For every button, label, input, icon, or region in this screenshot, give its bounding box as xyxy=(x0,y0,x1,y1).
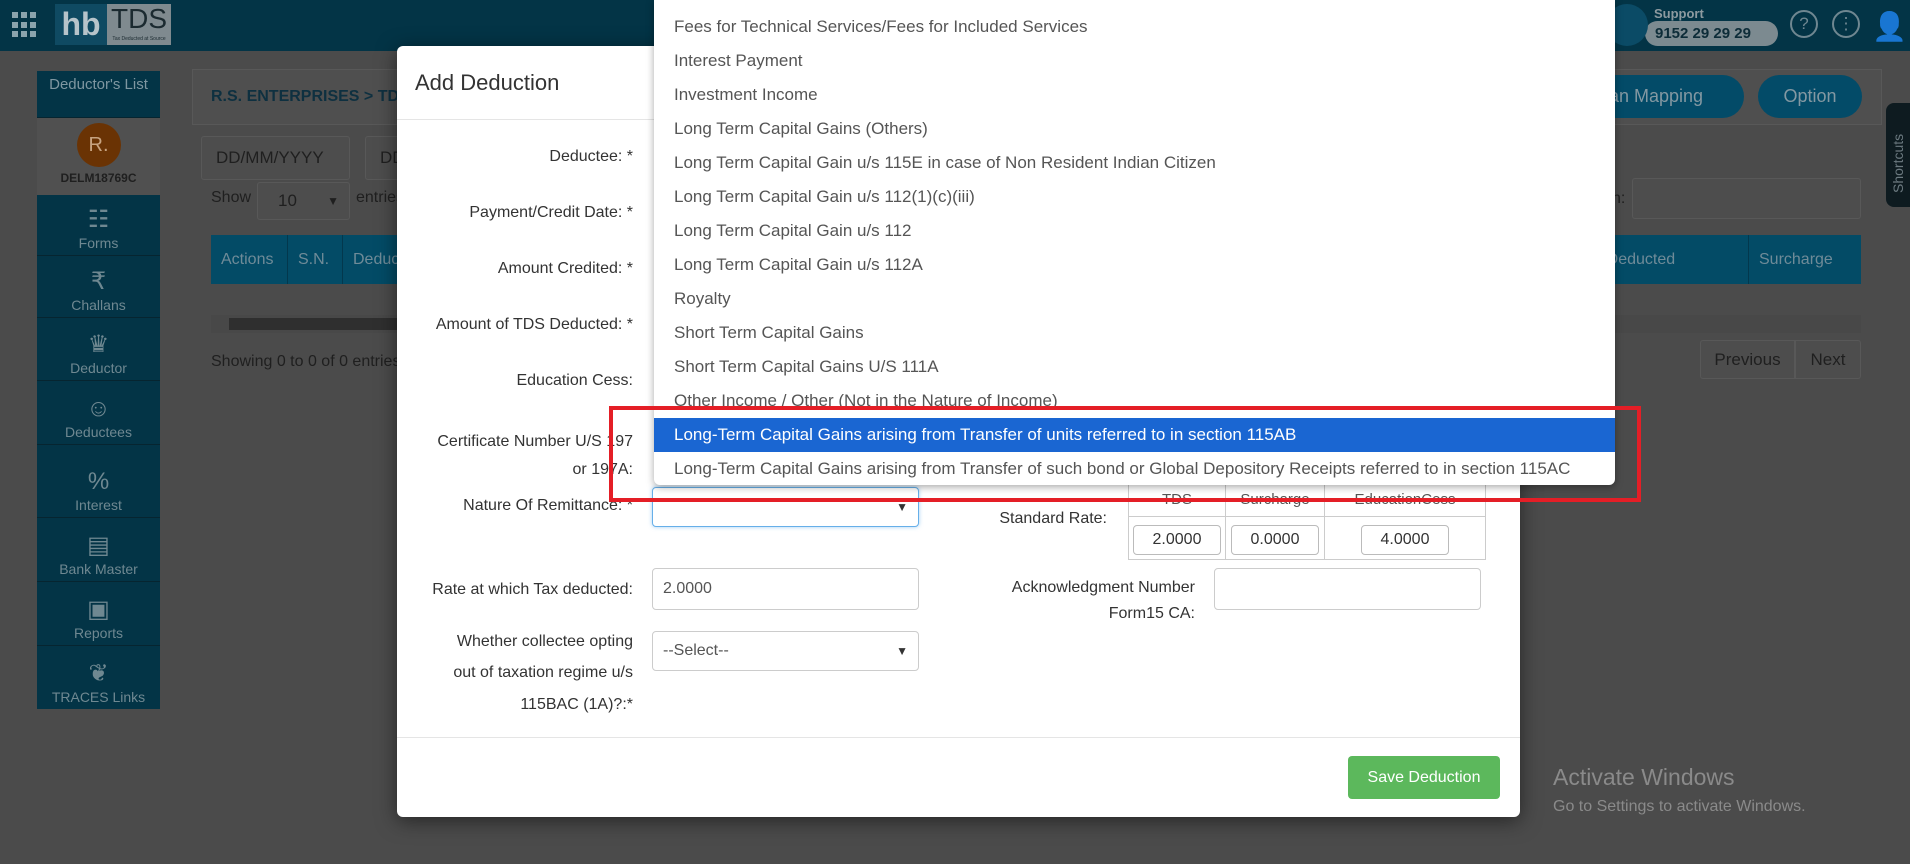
challan-icon: ₹ xyxy=(90,268,107,295)
activate-windows-subtitle: Go to Settings to activate Windows. xyxy=(1553,798,1806,815)
highlight-annotation xyxy=(609,406,1641,502)
date-from-input[interactable]: DD/MM/YYYY xyxy=(201,136,350,180)
column-sn[interactable]: S.N. xyxy=(288,235,343,284)
surcharge-rate: 0.0000 xyxy=(1231,525,1319,555)
sidebar-item-traces-links[interactable]: ❦ TRACES Links xyxy=(37,646,160,709)
sidebar: Deductor's List R. DELM18769C ☷ Forms ₹ Ch… xyxy=(37,71,160,709)
activate-windows-title: Activate Windows xyxy=(1553,764,1735,790)
sidebar-item-forms[interactable]: ☷ Forms xyxy=(37,195,160,256)
deductor-avatar[interactable]: R. DELM18769C xyxy=(37,118,160,195)
deductor-code: DELM18769C xyxy=(60,171,137,185)
amount-credited-label: Amount Credited: * xyxy=(497,260,633,277)
person-icon: ☺ xyxy=(86,395,111,422)
payment-date-label: Payment/Credit Date: * xyxy=(469,204,633,221)
previous-button[interactable]: Previous xyxy=(1700,340,1795,379)
sidebar-item-interest[interactable]: % Interest xyxy=(37,445,160,518)
next-button[interactable]: Next xyxy=(1795,340,1861,379)
acknowledgment-number-input[interactable] xyxy=(1214,568,1481,610)
breadcrumb: R.S. ENTERPRISES > TDS xyxy=(211,88,410,105)
help-icon[interactable]: ? xyxy=(1790,10,1818,38)
dropdown-option[interactable]: Royalty xyxy=(654,282,1615,316)
certificate-label-line1: Certificate Number U/S 197 xyxy=(437,433,633,450)
standard-rate-label: Standard Rate: xyxy=(999,510,1107,527)
rate-input[interactable]: 2.0000 xyxy=(652,568,919,610)
opting-label-line3: 115BAC (1A)?:* xyxy=(520,696,633,713)
shortcuts-tab[interactable]: Shortcuts xyxy=(1886,103,1910,207)
dropdown-option[interactable]: Long Term Capital Gain u/s 112 xyxy=(654,214,1615,248)
ack-label-line2: Form15 CA: xyxy=(1108,605,1195,622)
forms-icon: ☷ xyxy=(87,206,110,233)
education-cess-rate: 4.0000 xyxy=(1361,525,1449,555)
column-surcharge[interactable]: Surcharge xyxy=(1749,235,1861,284)
dropdown-option[interactable]: Investment Income xyxy=(654,78,1615,112)
apps-grid-icon[interactable] xyxy=(12,12,38,38)
divider xyxy=(397,737,1520,738)
more-vertical-icon[interactable]: ⋮ xyxy=(1832,10,1860,38)
certificate-label-line2: or 197A: xyxy=(572,461,633,478)
dropdown-option[interactable]: Short Term Capital Gains xyxy=(654,316,1615,350)
sidebar-item-deductees[interactable]: ☺ Deductees xyxy=(37,381,160,445)
support-label: Support xyxy=(1654,6,1704,21)
dropdown-option[interactable]: Long Term Capital Gain u/s 112(1)(c)(iii… xyxy=(654,180,1615,214)
rate-label: Rate at which Tax deducted: xyxy=(432,581,633,598)
sidebar-item-reports[interactable]: ▣ Reports xyxy=(37,582,160,646)
opting-select[interactable]: --Select-- ▼ xyxy=(652,631,919,671)
support-phone: 9152 29 29 29 xyxy=(1645,21,1778,46)
user-icon[interactable]: 👤 xyxy=(1872,10,1907,43)
tds-rate: 2.0000 xyxy=(1133,525,1221,555)
table-info: Showing 0 to 0 of 0 entries xyxy=(211,353,401,370)
tds-deducted-label: Amount of TDS Deducted: * xyxy=(435,316,633,333)
nature-of-remittance-label: Nature Of Remittance: * xyxy=(463,497,633,514)
sidebar-item-bank-master[interactable]: ▤ Bank Master xyxy=(37,518,160,582)
show-label: Show xyxy=(211,189,252,206)
dropdown-option[interactable]: Interest Payment xyxy=(654,44,1615,78)
page-size-select[interactable]: 10 ▼ xyxy=(257,182,350,220)
opting-label-line2: out of taxation regime u/s xyxy=(453,664,633,681)
sidebar-item-deductor[interactable]: ♛ Deductor xyxy=(37,318,160,381)
modal-title: Add Deduction xyxy=(415,70,560,95)
dropdown-option[interactable]: Long Term Capital Gain u/s 115E in case … xyxy=(654,146,1615,180)
crown-icon: ♛ xyxy=(87,331,110,358)
sidebar-item-challans[interactable]: ₹ Challans xyxy=(37,256,160,318)
option-button[interactable]: Option xyxy=(1758,75,1862,118)
money-bag-icon: % xyxy=(87,468,110,495)
dropdown-option[interactable]: Long Term Capital Gain u/s 112A xyxy=(654,248,1615,282)
save-deduction-button[interactable]: Save Deduction xyxy=(1348,756,1500,799)
search-input[interactable] xyxy=(1632,178,1861,219)
education-cess-label: Education Cess: xyxy=(516,372,633,389)
dropdown-option[interactable]: Long Term Capital Gains (Others) xyxy=(654,112,1615,146)
column-actions[interactable]: Actions xyxy=(211,235,288,284)
dropdown-option[interactable]: Fees for Technical Services/Fees for Inc… xyxy=(654,10,1615,44)
logo[interactable]: hb TDS Tax Deducted at Source xyxy=(55,4,171,45)
traces-icon: ❦ xyxy=(88,660,109,687)
deductors-list-link[interactable]: Deductor's List xyxy=(37,71,160,118)
deductee-label: Deductee: * xyxy=(549,148,633,165)
avatar: R. xyxy=(76,123,121,167)
report-icon: ▣ xyxy=(87,596,110,623)
opting-label-line1: Whether collectee opting xyxy=(456,633,633,650)
dropdown-option[interactable]: Short Term Capital Gains U/S 111A xyxy=(654,350,1615,384)
bank-icon: ▤ xyxy=(87,532,110,559)
chevron-down-icon: ▼ xyxy=(896,644,908,658)
chevron-down-icon: ▼ xyxy=(327,194,339,208)
